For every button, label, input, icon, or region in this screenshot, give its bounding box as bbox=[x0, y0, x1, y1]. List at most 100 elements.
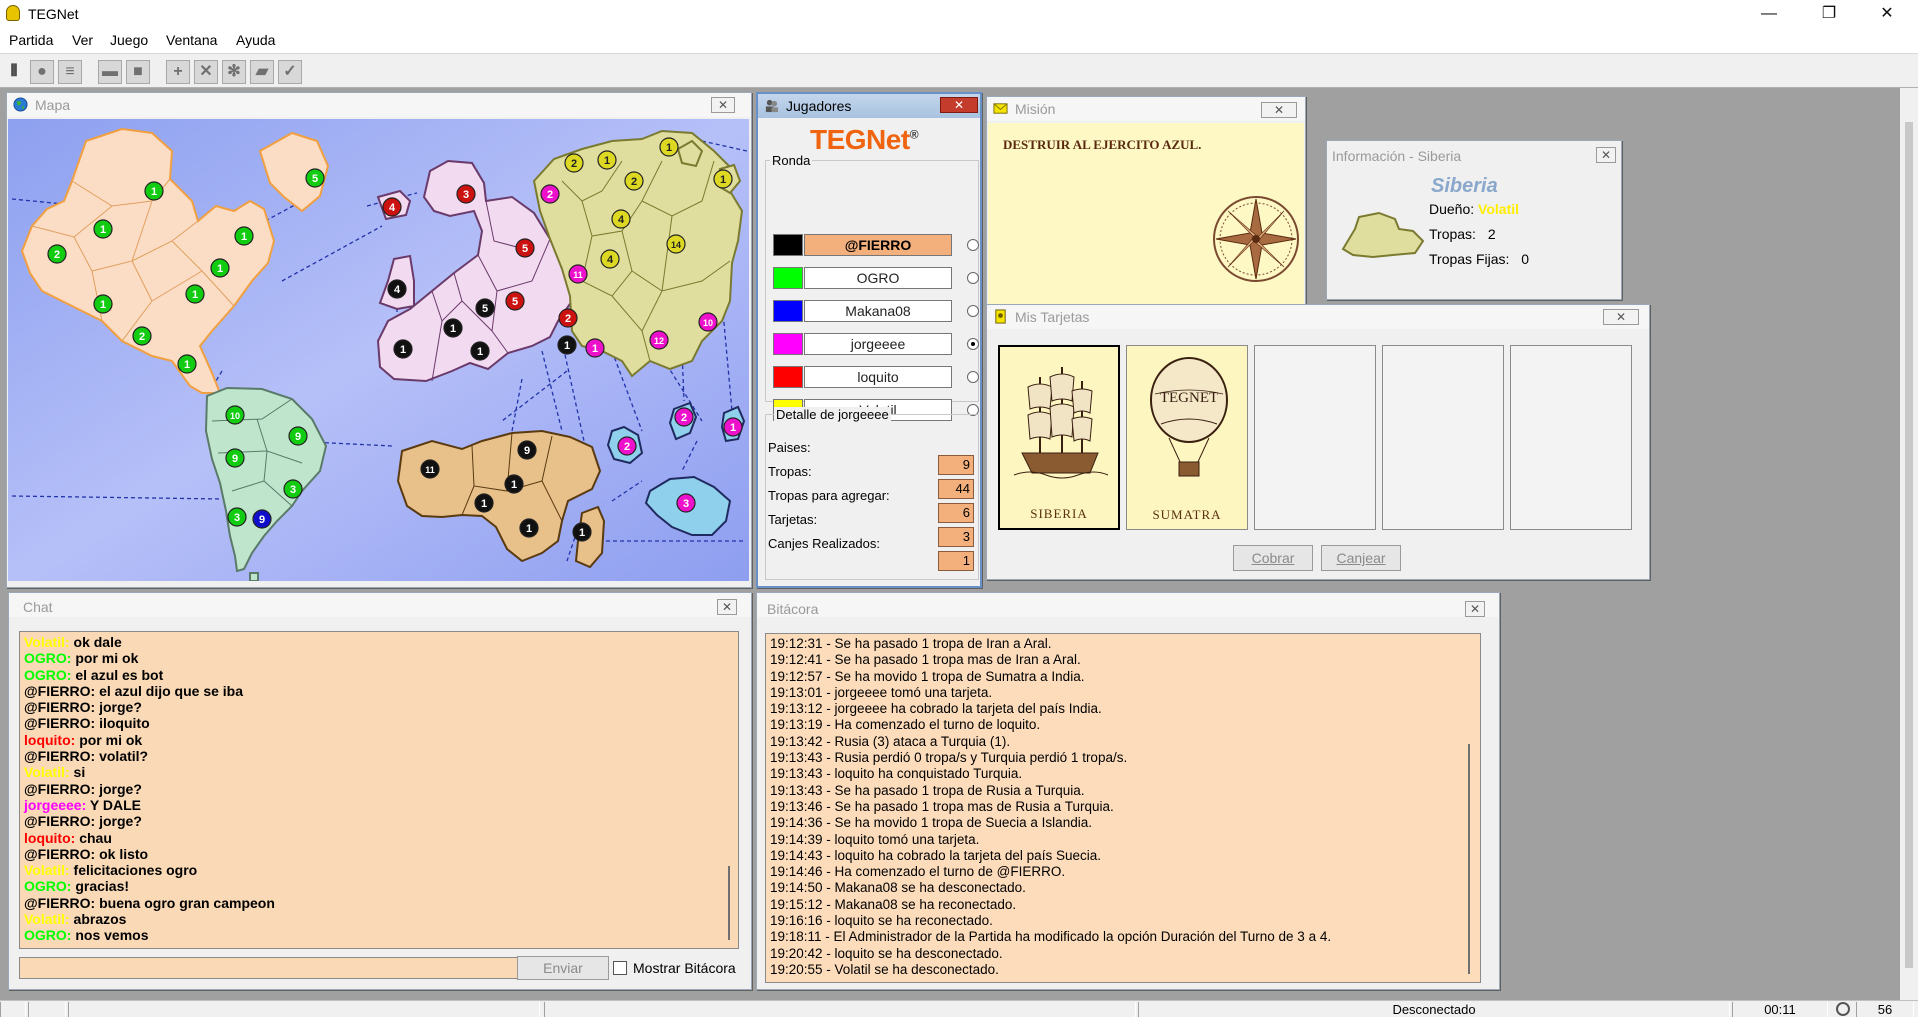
show-log-checkbox[interactable] bbox=[613, 961, 627, 975]
troop-token[interactable]: 2 bbox=[558, 308, 578, 328]
player-radio[interactable] bbox=[967, 305, 979, 317]
troop-token[interactable]: 1 bbox=[723, 417, 743, 437]
chat-close-button[interactable]: ✕ bbox=[717, 599, 737, 615]
troop-token[interactable]: 5 bbox=[505, 291, 525, 311]
map-close-button[interactable]: ✕ bbox=[711, 97, 735, 113]
player-radio[interactable] bbox=[967, 239, 979, 251]
troop-token[interactable]: 9 bbox=[288, 426, 308, 446]
close-app-button[interactable]: ✕ bbox=[1864, 0, 1910, 28]
collect-button[interactable]: Cobrar bbox=[1233, 545, 1313, 571]
troop-token[interactable]: 2 bbox=[47, 244, 67, 264]
player-row[interactable]: jorgeeee bbox=[773, 333, 979, 355]
troop-token[interactable]: 3 bbox=[676, 493, 696, 513]
troop-token[interactable]: 1 bbox=[585, 338, 605, 358]
minimize-button[interactable]: — bbox=[1746, 0, 1792, 28]
card-slot-empty[interactable] bbox=[1254, 345, 1376, 530]
menu-ventana[interactable]: Ventana bbox=[166, 32, 217, 48]
card-slot-empty[interactable] bbox=[1382, 345, 1504, 530]
players-close-button[interactable]: ✕ bbox=[940, 97, 978, 113]
troop-token[interactable]: 1 bbox=[713, 169, 733, 189]
list-icon[interactable]: ≡ bbox=[58, 60, 82, 84]
stop-icon[interactable]: ■ bbox=[126, 60, 150, 84]
player-row[interactable]: Makana08 bbox=[773, 300, 979, 322]
troop-token[interactable]: 11 bbox=[568, 264, 588, 284]
player-row[interactable]: loquito bbox=[773, 366, 979, 388]
troop-token[interactable]: 14 bbox=[666, 234, 686, 254]
player-row[interactable]: @FIERRO bbox=[773, 234, 979, 256]
troop-token[interactable]: 1 bbox=[504, 474, 524, 494]
troop-token[interactable]: 1 bbox=[210, 258, 230, 278]
send-button[interactable]: Enviar bbox=[517, 956, 609, 980]
end-turn-icon[interactable]: ✓ bbox=[278, 60, 302, 84]
player-row[interactable]: OGRO bbox=[773, 267, 979, 289]
player-radio[interactable] bbox=[967, 338, 979, 350]
window-icon[interactable]: ▬ bbox=[98, 60, 122, 84]
log-scrollbar[interactable] bbox=[1468, 744, 1478, 974]
regroup-icon[interactable]: ✻ bbox=[222, 60, 246, 84]
world-map[interactable]: 1511211121109933 9435524511 1 1119111 121111… bbox=[8, 119, 749, 581]
info-close-button[interactable]: ✕ bbox=[1596, 147, 1616, 163]
menu-juego[interactable]: Juego bbox=[110, 32, 148, 48]
troop-token[interactable]: 9 bbox=[517, 440, 537, 460]
troop-token[interactable]: 2 bbox=[132, 326, 152, 346]
troop-token[interactable]: 4 bbox=[611, 209, 631, 229]
log-close-button[interactable]: ✕ bbox=[1465, 601, 1485, 617]
troop-token[interactable]: 2 bbox=[617, 436, 637, 456]
log-area[interactable]: 19:12:31 - Se ha pasado 1 tropa de Iran … bbox=[765, 633, 1481, 983]
mission-close-button[interactable]: ✕ bbox=[1261, 102, 1297, 118]
disconnect-icon[interactable]: ● bbox=[30, 60, 54, 84]
maximize-button[interactable]: ❐ bbox=[1806, 0, 1852, 28]
troop-token[interactable]: 3 bbox=[227, 507, 247, 527]
troop-token[interactable]: 3 bbox=[456, 184, 476, 204]
troop-token[interactable]: 1 bbox=[93, 219, 113, 239]
troop-token[interactable]: 1 bbox=[470, 341, 490, 361]
cards-icon[interactable]: ▰ bbox=[250, 60, 274, 84]
player-radio[interactable] bbox=[967, 272, 979, 284]
cards-close-button[interactable]: ✕ bbox=[1603, 309, 1639, 325]
troop-token[interactable]: 1 bbox=[443, 318, 463, 338]
connect-icon[interactable]: ⦀ bbox=[2, 60, 26, 84]
chat-log[interactable]: Volatil: ok dale OGRO: por mi ok OGRO: el … bbox=[19, 631, 739, 949]
menu-ayuda[interactable]: Ayuda bbox=[236, 32, 275, 48]
troop-token[interactable]: 1 bbox=[177, 354, 197, 374]
troop-token[interactable]: 1 bbox=[144, 181, 164, 201]
troop-token[interactable]: 1 bbox=[393, 339, 413, 359]
exchange-button[interactable]: Canjear bbox=[1321, 545, 1401, 571]
troop-token[interactable]: 1 bbox=[474, 493, 494, 513]
card-slot-empty[interactable] bbox=[1510, 345, 1632, 530]
chat-input[interactable] bbox=[19, 957, 521, 979]
troop-token[interactable]: 1 bbox=[234, 226, 254, 246]
troop-token[interactable]: 1 bbox=[557, 335, 577, 355]
menu-partida[interactable]: Partida bbox=[9, 32, 53, 48]
troop-token[interactable]: 11 bbox=[420, 459, 440, 479]
troop-token[interactable]: 5 bbox=[305, 168, 325, 188]
player-radio[interactable] bbox=[967, 371, 979, 383]
troop-token[interactable]: 2 bbox=[540, 184, 560, 204]
troop-token[interactable]: 4 bbox=[382, 197, 402, 217]
menu-ver[interactable]: Ver bbox=[72, 32, 93, 48]
troop-token[interactable]: 1 bbox=[597, 150, 617, 170]
mdi-scrollbar[interactable] bbox=[1900, 88, 1918, 1000]
card-siberia[interactable]: SIBERIA bbox=[998, 345, 1120, 530]
troop-token[interactable]: 5 bbox=[515, 238, 535, 258]
troop-token[interactable]: 2 bbox=[624, 171, 644, 191]
troop-token[interactable]: 4 bbox=[600, 249, 620, 269]
troop-token[interactable]: 1 bbox=[185, 284, 205, 304]
card-sumatra[interactable]: TEGNET SUMATRA bbox=[1126, 345, 1248, 530]
troop-token[interactable]: 1 bbox=[93, 294, 113, 314]
chat-scrollbar[interactable] bbox=[728, 866, 738, 940]
add-icon[interactable]: + bbox=[166, 60, 190, 84]
troop-token[interactable]: 10 bbox=[698, 312, 718, 332]
troop-token[interactable]: 9 bbox=[225, 448, 245, 468]
map-canvas[interactable]: 1 5 1 1 2 1 1 1 2 1 10 9 9 3 3 9 4 3 5 5 2 4 5 1 1 1 1 11 9 1 1 1 1 2 11 1 1… bbox=[8, 119, 749, 581]
troop-token[interactable]: 2 bbox=[674, 407, 694, 427]
troop-token[interactable]: 1 bbox=[519, 518, 539, 538]
troop-token[interactable]: 2 bbox=[564, 153, 584, 173]
troop-token[interactable]: 9 bbox=[252, 509, 272, 529]
troop-token[interactable]: 12 bbox=[649, 330, 669, 350]
troop-token[interactable]: 5 bbox=[475, 298, 495, 318]
attack-icon[interactable]: ✕ bbox=[194, 60, 218, 84]
troop-token[interactable]: 10 bbox=[225, 405, 245, 425]
troop-token[interactable]: 3 bbox=[283, 479, 303, 499]
troop-token[interactable]: 1 bbox=[659, 137, 679, 157]
